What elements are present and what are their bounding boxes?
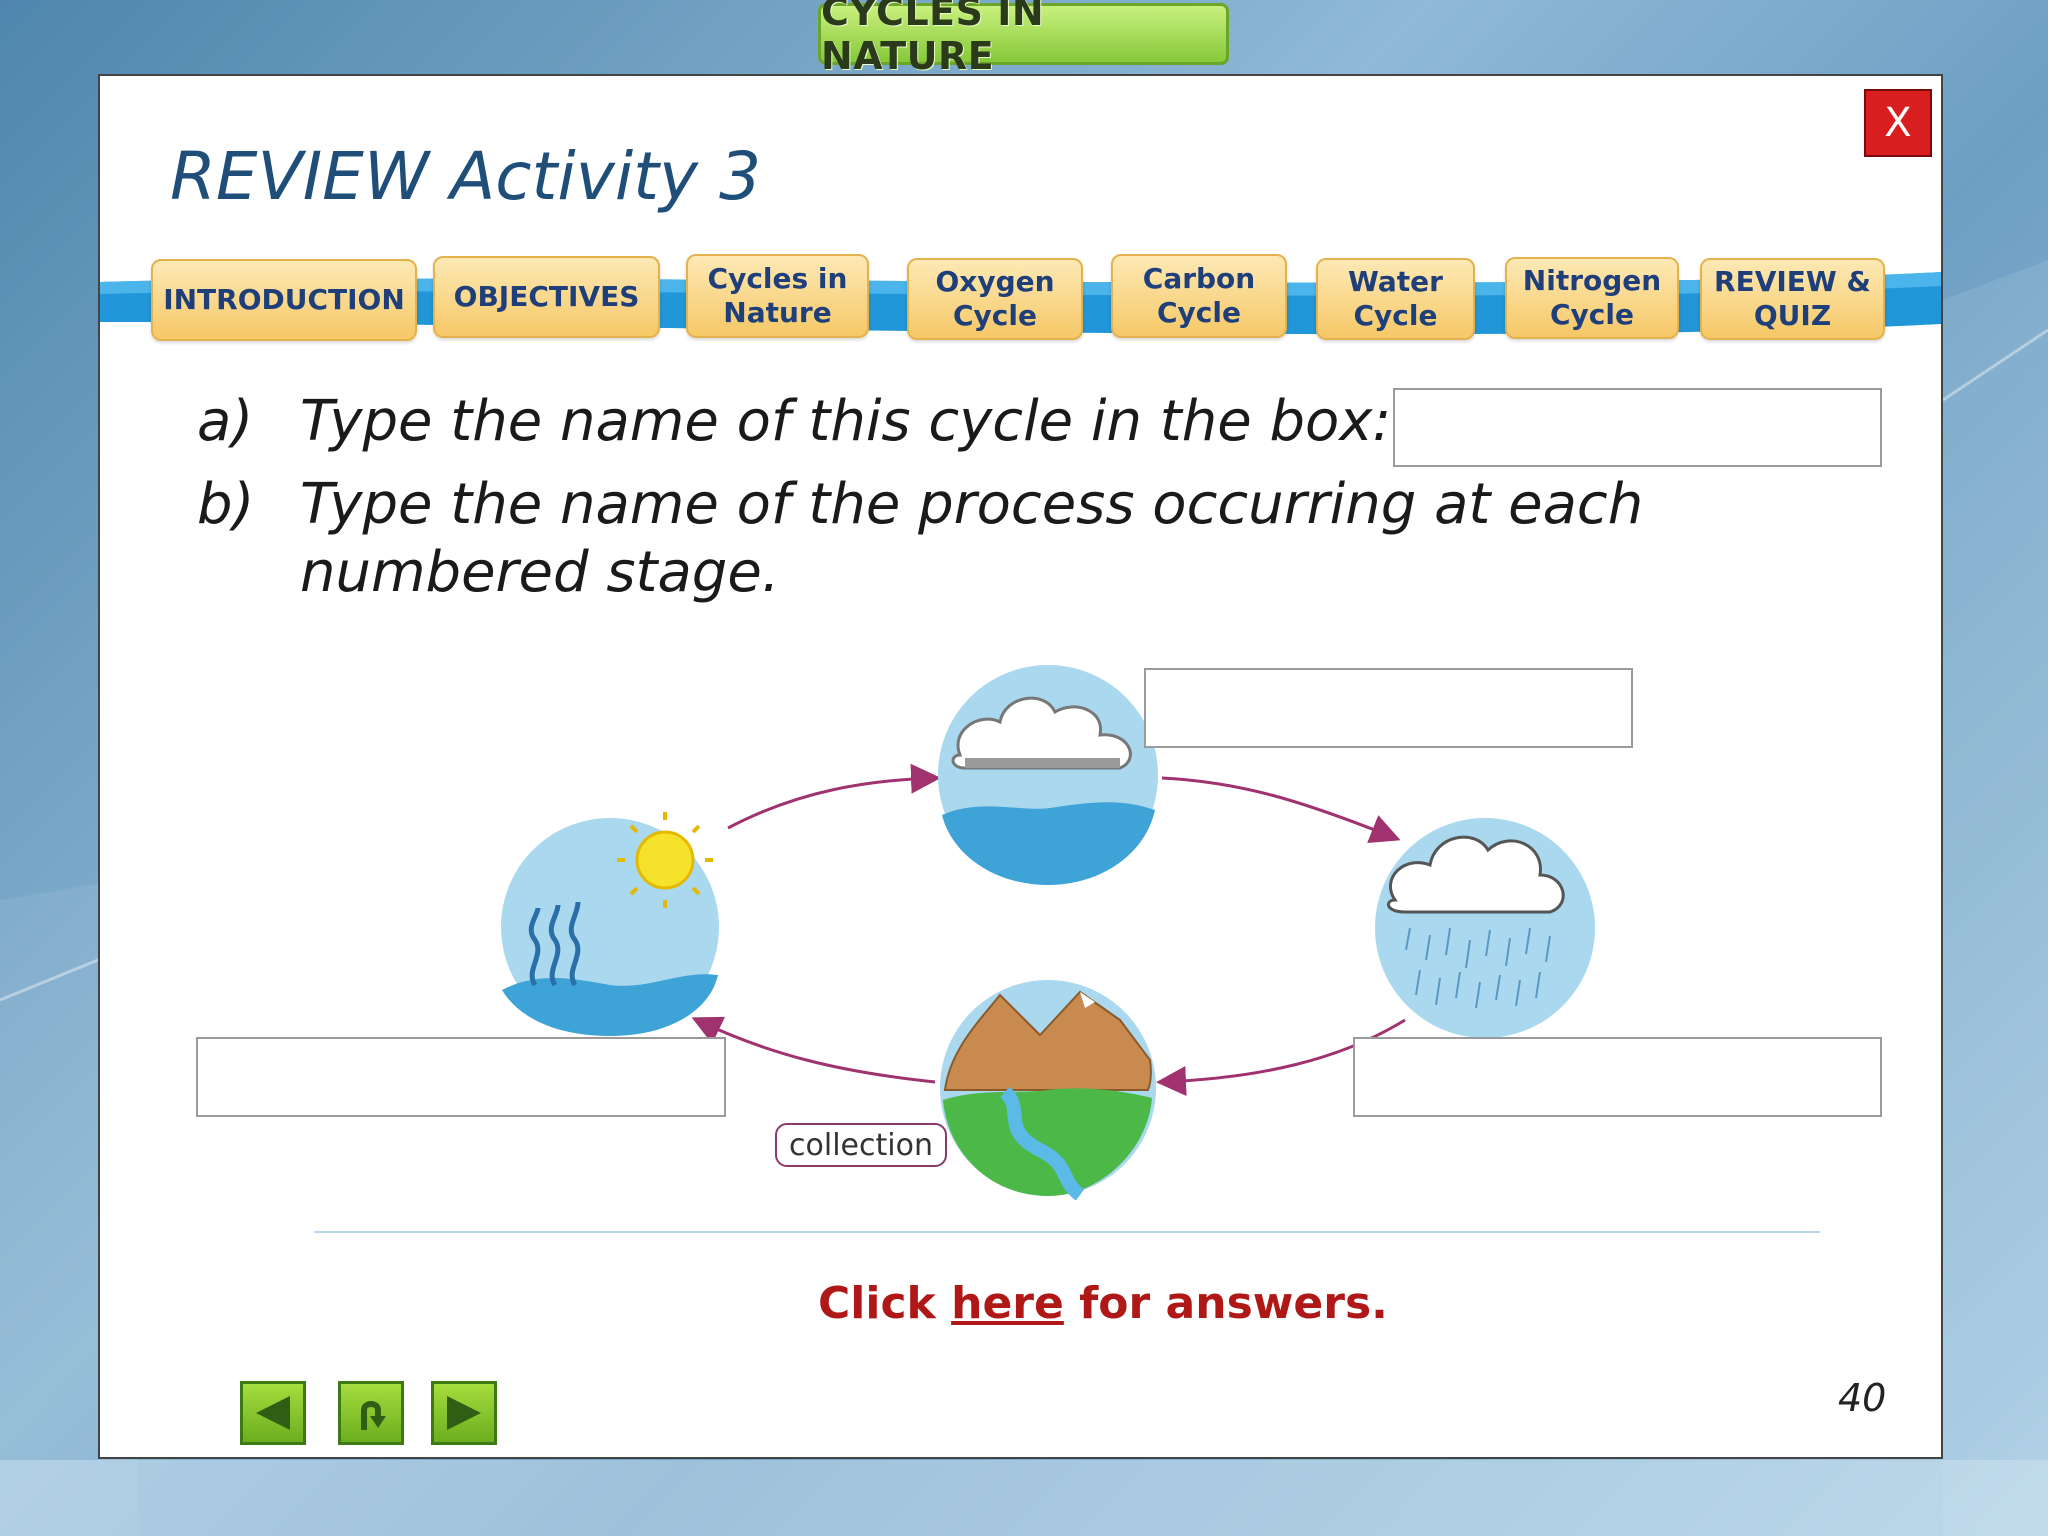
close-icon: X [1884,100,1912,146]
nav-item-water-cycle[interactable]: Water Cycle [1316,258,1475,340]
question-a: a) [197,388,253,456]
answers-link[interactable]: here [951,1278,1064,1329]
back-arrow-icon [256,1396,290,1430]
nav-item-objectives[interactable]: OBJECTIVES [433,256,660,338]
nav-item-introduction[interactable]: INTRODUCTION [151,259,417,341]
divider [314,1231,1820,1233]
question-a-letter: a) [197,389,254,454]
condensation-stage-icon [938,665,1158,885]
stage-condensation-input[interactable] [1144,668,1633,748]
return-button[interactable] [338,1381,404,1445]
return-icon [361,1401,386,1430]
page-number: 40 [1838,1376,1887,1420]
arrow-evaporation-to-condensation [727,763,941,830]
question-a-text: Type the name of this cycle in the box: [300,389,1392,454]
nav-item-oxygen-cycle[interactable]: Oxygen Cycle [907,258,1083,340]
forward-button[interactable] [431,1381,497,1445]
close-button[interactable]: X [1864,89,1932,157]
page-title: REVIEW Activity 3 [170,138,762,215]
answers-suffix: for answers. [1063,1278,1388,1329]
evaporation-stage-icon [501,812,719,1036]
forward-arrow-icon [447,1396,481,1430]
question-b-letter: b) [197,472,255,537]
stage-precipitation-input[interactable] [1353,1037,1882,1117]
question-b-text-line1: Type the name of the process occurring a… [300,472,1644,537]
nav-item-nitrogen-cycle[interactable]: Nitrogen Cycle [1505,257,1679,339]
arrow-collection-to-evaporation [691,1016,936,1084]
nav-item-review-quiz[interactable]: REVIEW & QUIZ [1700,258,1885,340]
question-b-text-line2: numbered stage. [300,540,780,605]
collection-label: collection [775,1123,947,1167]
arrow-condensation-to-precipitation [1161,776,1401,844]
precipitation-stage-icon [1375,818,1595,1038]
answers-prefix: Click [818,1278,952,1329]
back-button[interactable] [240,1381,306,1445]
question-b: b) [197,471,254,539]
cycle-name-input[interactable] [1393,388,1882,467]
stage-evaporation-input[interactable] [196,1037,726,1117]
nav-item-cycles-in-nature[interactable]: Cycles in Nature [686,254,869,338]
collection-stage-icon [940,980,1156,1200]
app-title-tab: CYCLES IN NATURE [818,0,1229,78]
answers-prompt: Click here for answers. [818,1278,1388,1329]
nav-item-carbon-cycle[interactable]: Carbon Cycle [1111,254,1287,338]
